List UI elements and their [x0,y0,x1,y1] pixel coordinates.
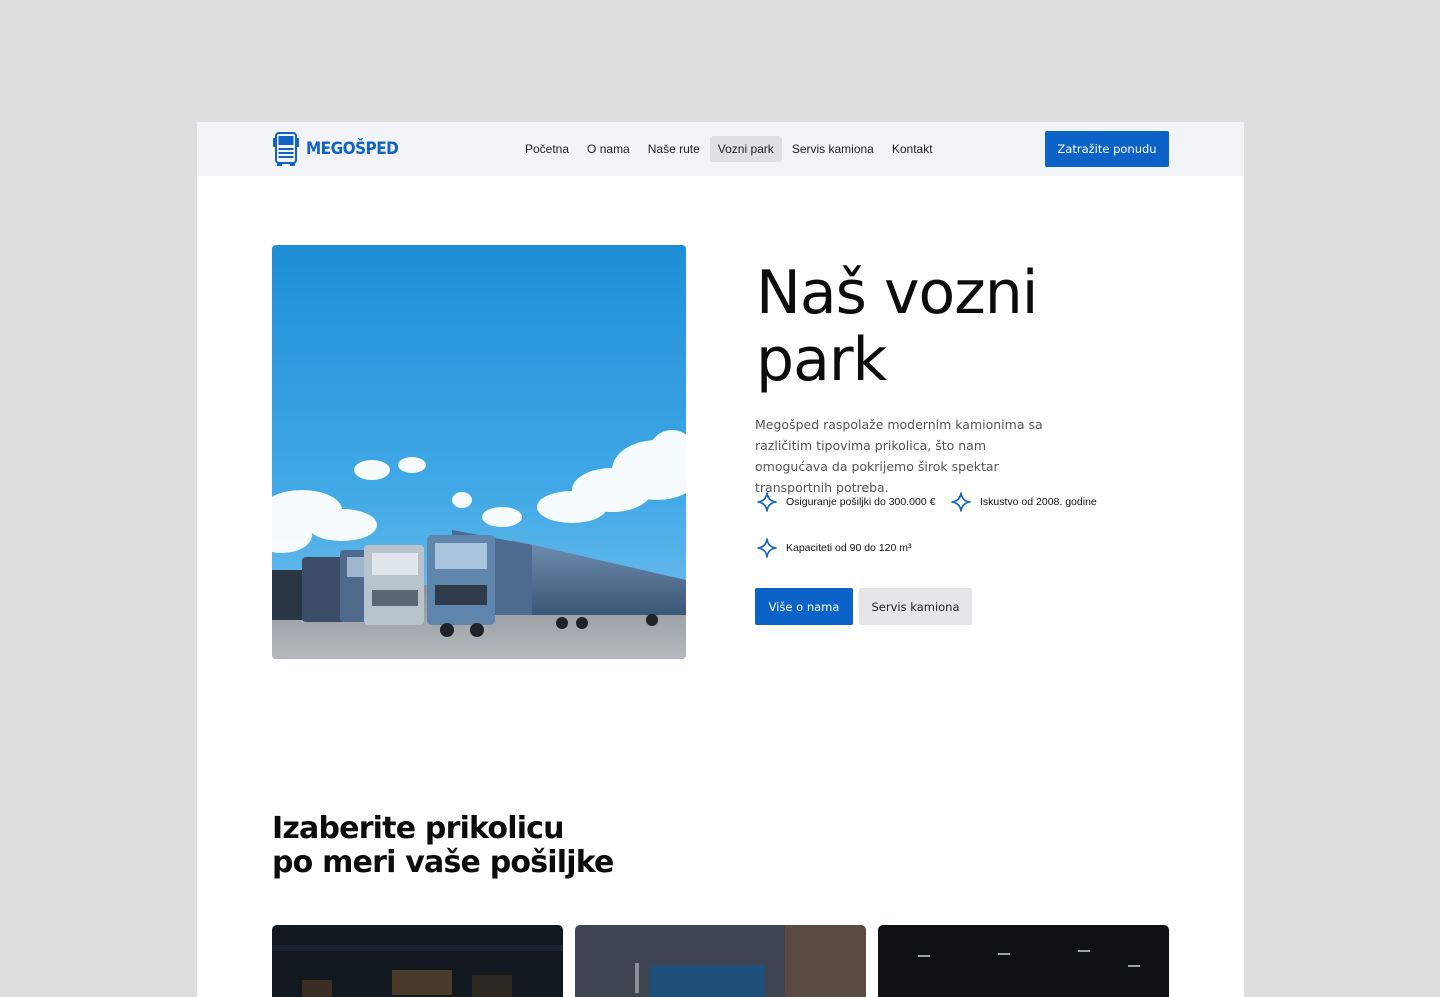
truck-logo-icon [273,132,299,166]
feature-insurance: Osiguranje pošiljki do 300.000 € [757,492,935,512]
feature-experience: Iskustvo od 2008. godine [951,492,1097,512]
truck-service-button[interactable]: Servis kamiona [859,588,972,625]
hero-description: Megošped raspolaže modernim kamionima sa… [755,417,1043,495]
main-nav: Početna O nama Naše rute Vozni park Serv… [517,136,941,162]
feature-capacity: Kapaciteti od 90 do 120 m³ [757,538,912,558]
site-header: MEGOŠPED Početna O nama Naše rute Vozni … [197,122,1244,176]
section-title-line-2: po meri vaše pošiljke [272,845,614,880]
trailer-card[interactable] [575,925,866,997]
more-about-us-button[interactable]: Više o nama [755,588,853,625]
logo[interactable]: MEGOŠPED [272,132,409,166]
page-title-line-1: Naš vozni [756,258,1038,328]
page: MEGOŠPED Početna O nama Naše rute Vozni … [197,122,1244,997]
trailer-card[interactable] [878,925,1169,997]
fleet-hero-image [272,245,686,659]
nav-item-vozni-park[interactable]: Vozni park [709,136,782,162]
sparkle-icon [757,492,777,512]
nav-item-nase-rute[interactable]: Naše rute [640,136,708,162]
nav-item-kontakt[interactable]: Kontakt [884,136,941,162]
trailer-card-image [878,925,1169,997]
page-title-line-2: park [756,325,887,395]
nav-item-pocetna[interactable]: Početna [517,136,577,162]
trailer-card-image [575,925,866,997]
nav-item-servis-kamiona[interactable]: Servis kamiona [784,136,882,162]
trailer-card[interactable] [272,925,563,997]
nav-item-o-nama[interactable]: O nama [579,136,638,162]
sparkle-icon [757,538,777,558]
section-title-line-1: Izaberite prikolicu [272,811,565,846]
brand-name: MEGOŠPED [306,139,399,159]
page-title: Naš vozni park [756,260,1116,394]
trailer-card-image [272,925,563,997]
feature-text: Osiguranje pošiljki do 300.000 € [786,496,936,508]
feature-text: Iskustvo od 2008. godine [980,496,1097,508]
section-title: Izaberite prikolicu po meri vaše pošiljk… [272,812,772,880]
feature-text: Kapaciteti od 90 do 120 m³ [786,542,912,554]
sparkle-icon [951,492,971,512]
request-offer-button[interactable]: Zatražite ponudu [1045,131,1169,167]
